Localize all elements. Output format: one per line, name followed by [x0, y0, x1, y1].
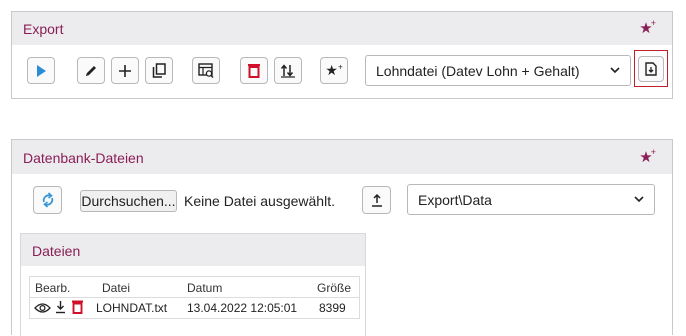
eye-icon[interactable]: [34, 301, 51, 319]
download-button[interactable]: [638, 56, 664, 82]
download-file-icon: [645, 62, 657, 76]
favorite-button[interactable]: ★+: [320, 57, 348, 84]
preview-button[interactable]: [192, 57, 220, 84]
col-header-size: Größe: [317, 281, 352, 295]
folder-select[interactable]: Export\Data: [407, 184, 655, 215]
upload-button[interactable]: [362, 186, 391, 214]
col-header-file: Datei: [102, 281, 131, 295]
format-select[interactable]: Lohndatei (Datev Lohn + Gehalt): [365, 55, 631, 86]
plus-icon: [119, 64, 131, 77]
add-button[interactable]: [111, 57, 139, 84]
refresh-button[interactable]: [33, 186, 62, 214]
cell-size: 8399: [319, 301, 346, 315]
database-header: Datenbank-Dateien ★+: [12, 140, 672, 174]
sort-arrows-icon: [280, 64, 295, 78]
folder-select-value: Export\Data: [418, 191, 492, 208]
browse-label: Durchsuchen...: [81, 193, 176, 209]
chevron-down-icon: [634, 195, 644, 202]
download-icon[interactable]: [55, 300, 66, 319]
col-header-date: Datum: [187, 281, 223, 295]
upload-icon: [371, 193, 382, 207]
table-preview-icon: [198, 63, 214, 78]
cell-date: 13.04.2022 12:05:01: [187, 301, 298, 315]
copy-button[interactable]: [145, 57, 173, 84]
files-header: Dateien: [21, 234, 365, 266]
chevron-down-icon: [610, 66, 620, 73]
refresh-icon: [42, 192, 53, 208]
delete-button[interactable]: [240, 57, 268, 84]
export-title: Export: [23, 21, 64, 37]
star-plus-icon[interactable]: ★+: [639, 18, 656, 37]
run-button[interactable]: [27, 57, 55, 84]
export-panel: Export ★+ ★+ Lohndatei (Datev Lohn + Geh…: [11, 11, 673, 99]
database-title: Datenbank-Dateien: [23, 150, 144, 166]
col-header-edit: Bearb.: [35, 281, 71, 295]
no-file-text: Keine Datei ausgewählt.: [184, 193, 335, 209]
format-select-value: Lohndatei (Datev Lohn + Gehalt): [376, 62, 580, 79]
play-icon: [37, 64, 46, 77]
browse-button[interactable]: Durchsuchen...: [80, 190, 177, 212]
files-title: Dateien: [32, 243, 81, 259]
export-header: Export ★+: [12, 12, 672, 45]
star-plus-icon[interactable]: ★+: [639, 147, 656, 166]
cell-file: LOHNDAT.txt: [96, 301, 168, 315]
star-plus-icon: ★+: [325, 62, 343, 78]
trash-icon: [248, 64, 260, 78]
copy-icon: [152, 63, 166, 78]
pencil-icon: [86, 65, 96, 76]
database-panel: Datenbank-Dateien ★+ Durchsuchen... Kein…: [11, 139, 673, 336]
edit-button[interactable]: [77, 57, 105, 84]
table-row: LOHNDAT.txt 13.04.2022 12:05:01 8399: [30, 297, 359, 319]
files-panel: Dateien Bearb. Datei Datum Größe LOHNDAT…: [20, 233, 366, 336]
trash-icon[interactable]: [72, 300, 83, 319]
files-table: Bearb. Datei Datum Größe LOHNDAT.txt 13.…: [29, 276, 360, 319]
sort-button[interactable]: [274, 57, 302, 84]
